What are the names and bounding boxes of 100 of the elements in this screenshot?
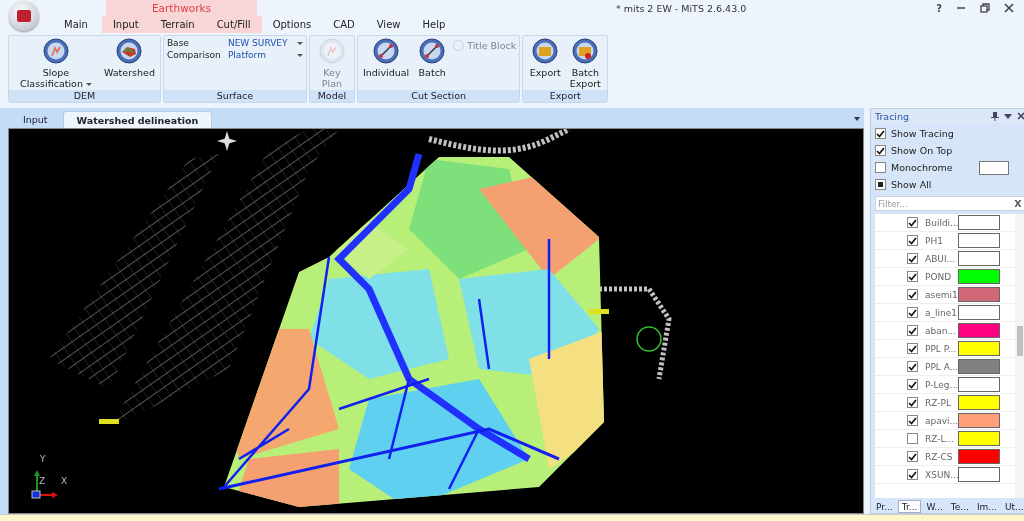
window-title: * mits 2 EW - MiTS 2.6.43.0 <box>616 2 747 14</box>
panel-tab[interactable]: W... <box>923 500 946 513</box>
color-swatch[interactable] <box>978 160 1009 175</box>
layer-color-swatch[interactable] <box>958 287 1000 302</box>
group-label: Model <box>309 90 354 102</box>
option-label: Show On Top <box>891 145 953 156</box>
layer-name: PPL P... <box>925 343 958 354</box>
layer-name: a_line1 <box>925 307 958 318</box>
checkbox[interactable] <box>907 469 918 480</box>
layer-name: Buildi... <box>925 217 958 228</box>
layer-color-swatch[interactable] <box>958 377 1000 392</box>
dropdown-caret-icon[interactable] <box>1003 113 1012 119</box>
layer-name: RZ-L... <box>925 433 956 444</box>
menu-tab[interactable]: Input <box>101 16 150 33</box>
checkbox[interactable] <box>875 145 886 156</box>
checkbox[interactable] <box>907 415 918 426</box>
measure-icon <box>373 38 400 64</box>
ribbon-button[interactable]: Export <box>526 38 565 90</box>
checkbox[interactable] <box>907 361 918 372</box>
clear-filter-button[interactable]: X <box>1012 198 1024 209</box>
menu-tab[interactable]: CAD <box>322 16 366 33</box>
layer-name: RZ-PL <box>925 397 952 408</box>
checkbox[interactable] <box>907 397 918 408</box>
help-button[interactable]: ? <box>936 2 942 14</box>
layer-color-swatch[interactable] <box>958 467 1000 482</box>
group-label: Surface <box>163 90 306 102</box>
close-icon[interactable] <box>1004 3 1014 13</box>
layer-color-swatch[interactable] <box>958 359 1000 374</box>
panel-tab[interactable]: Tr... <box>897 500 922 513</box>
ribbon-button[interactable]: Batch <box>413 38 452 90</box>
document-tab[interactable]: Watershed delineation <box>62 111 213 128</box>
ribbon-button[interactable]: Individual <box>360 38 412 90</box>
panel-tab[interactable]: Te... <box>947 500 972 513</box>
panel-tab[interactable]: Pr... <box>873 500 896 513</box>
layer-name: asemi1 <box>925 289 958 300</box>
dropdown-field[interactable]: NEW SURVEY <box>227 38 303 48</box>
panel-title: Tracing <box>875 110 911 122</box>
option-label: Show All <box>891 179 932 190</box>
menu-tab[interactable]: Help <box>411 16 457 33</box>
group-label: Export <box>523 90 608 102</box>
checkbox[interactable] <box>907 451 918 462</box>
filter-field[interactable]: Filter... X <box>875 196 1024 211</box>
checkbox[interactable] <box>875 128 886 139</box>
menu-tab[interactable]: Cut/Fill <box>205 16 262 33</box>
checkbox[interactable] <box>875 162 886 173</box>
menu-tab[interactable]: View <box>365 16 412 33</box>
layer-color-swatch[interactable] <box>958 233 1000 248</box>
checkbox[interactable] <box>907 379 918 390</box>
dropdown-caret-icon <box>85 83 92 86</box>
layer-color-swatch[interactable] <box>958 251 1000 266</box>
menu-tab[interactable]: Options <box>261 16 323 33</box>
restore-icon[interactable] <box>980 3 990 13</box>
checkbox[interactable] <box>907 343 918 354</box>
ribbon-button[interactable]: Batch Export <box>566 38 605 90</box>
group-label: Cut Section <box>357 90 520 102</box>
layer-color-swatch[interactable] <box>958 395 1000 410</box>
checkbox[interactable] <box>907 253 918 264</box>
axis-label: Y <box>40 455 46 464</box>
layer-color-swatch[interactable] <box>958 413 1000 428</box>
checkbox[interactable] <box>907 325 918 336</box>
field-label: Comparison <box>166 50 222 60</box>
context-group-label: Earthworks <box>106 0 257 16</box>
checkbox[interactable] <box>907 217 918 228</box>
checkbox[interactable] <box>907 307 918 318</box>
dropdown-field[interactable]: Platform <box>227 50 303 60</box>
checkbox[interactable] <box>907 433 918 444</box>
ribbon-button[interactable]: Slope Classification <box>12 38 100 90</box>
checkbox[interactable] <box>875 179 886 190</box>
panel-tab[interactable]: Ut... <box>1001 500 1024 513</box>
app-logo-icon[interactable] <box>9 1 39 31</box>
cad-canvas[interactable]: Y Z X <box>8 128 864 514</box>
checkbox[interactable] <box>907 271 918 282</box>
menu-tab[interactable]: Terrain <box>149 16 206 33</box>
layer-color-swatch[interactable] <box>958 269 1000 284</box>
option-label: Monochrome <box>891 162 953 173</box>
document-tab[interactable]: Input <box>8 111 63 128</box>
pin-icon[interactable] <box>990 111 999 121</box>
map-icon <box>116 38 143 64</box>
layer-color-swatch[interactable] <box>958 431 1000 446</box>
axis-label: Z <box>39 477 46 486</box>
checkbox[interactable] <box>907 289 918 300</box>
option-label: Show Tracing <box>891 128 954 139</box>
layer-color-swatch[interactable] <box>958 215 1000 230</box>
ribbon-button[interactable]: Watershed <box>102 38 157 90</box>
layer-name: XSUN... <box>925 469 958 480</box>
checkbox[interactable] <box>907 235 918 246</box>
menu-tab[interactable]: Main <box>46 16 102 33</box>
layer-name: PPL A... <box>925 361 958 372</box>
close-icon[interactable] <box>1016 112 1024 120</box>
layer-name: apavi... <box>925 415 958 426</box>
layer-name: PH1 <box>925 235 944 246</box>
layer-color-swatch[interactable] <box>958 305 1000 320</box>
group-label: DEM <box>9 90 160 102</box>
layer-color-swatch[interactable] <box>958 449 1000 464</box>
layer-color-swatch[interactable] <box>958 341 1000 356</box>
tab-list-caret-icon[interactable] <box>854 117 860 121</box>
panel-tab[interactable]: Im... <box>973 500 1000 513</box>
field-label: Base <box>166 38 190 48</box>
layer-color-swatch[interactable] <box>958 323 1000 338</box>
scrollbar[interactable] <box>1014 214 1024 498</box>
